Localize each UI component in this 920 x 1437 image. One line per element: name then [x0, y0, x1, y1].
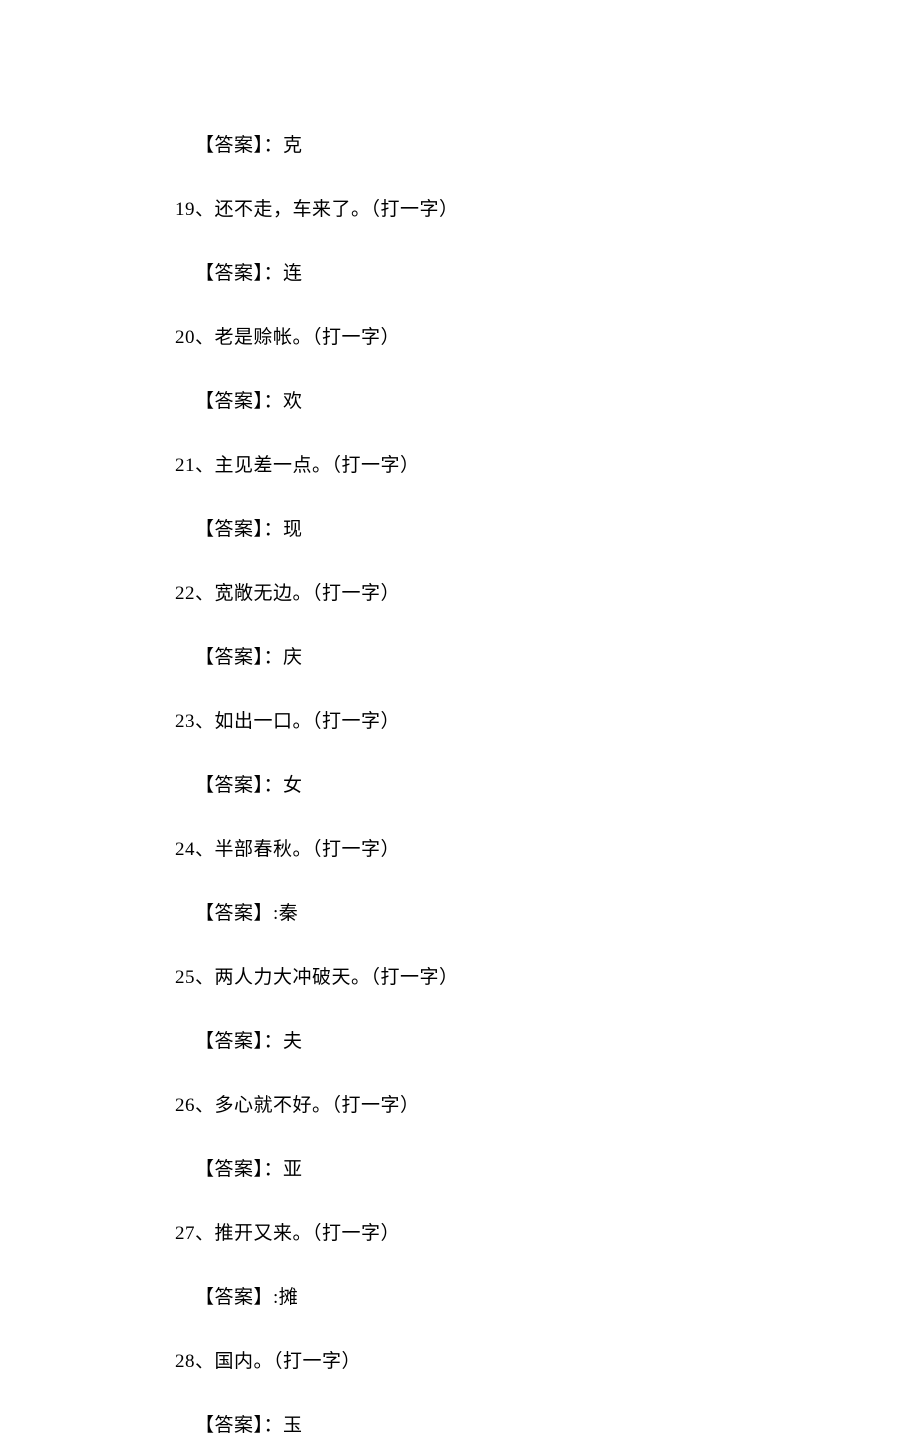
question-text: 23、如出一口。（打一字）: [175, 706, 920, 733]
question-text: 25、两人力大冲破天。（打一字）: [175, 962, 920, 989]
answer-text: 【答案】：女: [175, 770, 920, 797]
answer-text: 【答案】:摊: [175, 1282, 920, 1309]
question-text: 28、国内。（打一字）: [175, 1346, 920, 1373]
question-text: 26、多心就不好。（打一字）: [175, 1090, 920, 1117]
answer-text: 【答案】:秦: [175, 898, 920, 925]
question-text: 27、推开又来。（打一字）: [175, 1218, 920, 1245]
answer-text: 【答案】：欢: [175, 386, 920, 413]
question-text: 22、宽敞无边。（打一字）: [175, 578, 920, 605]
answer-text: 【答案】：夫: [175, 1026, 920, 1053]
question-text: 19、还不走，车来了。（打一字）: [175, 194, 920, 221]
answer-text: 【答案】：亚: [175, 1154, 920, 1181]
document-content: 【答案】：克 19、还不走，车来了。（打一字） 【答案】：连 20、老是赊帐。（打一字…: [175, 130, 920, 1437]
answer-text: 【答案】：连: [175, 258, 920, 285]
answer-text: 【答案】：现: [175, 514, 920, 541]
answer-text: 【答案】：玉: [175, 1410, 920, 1437]
answer-text: 【答案】：庆: [175, 642, 920, 669]
question-text: 21、主见差一点。（打一字）: [175, 450, 920, 477]
answer-text: 【答案】：克: [175, 130, 920, 157]
question-text: 24、半部春秋。（打一字）: [175, 834, 920, 861]
question-text: 20、老是赊帐。（打一字）: [175, 322, 920, 349]
